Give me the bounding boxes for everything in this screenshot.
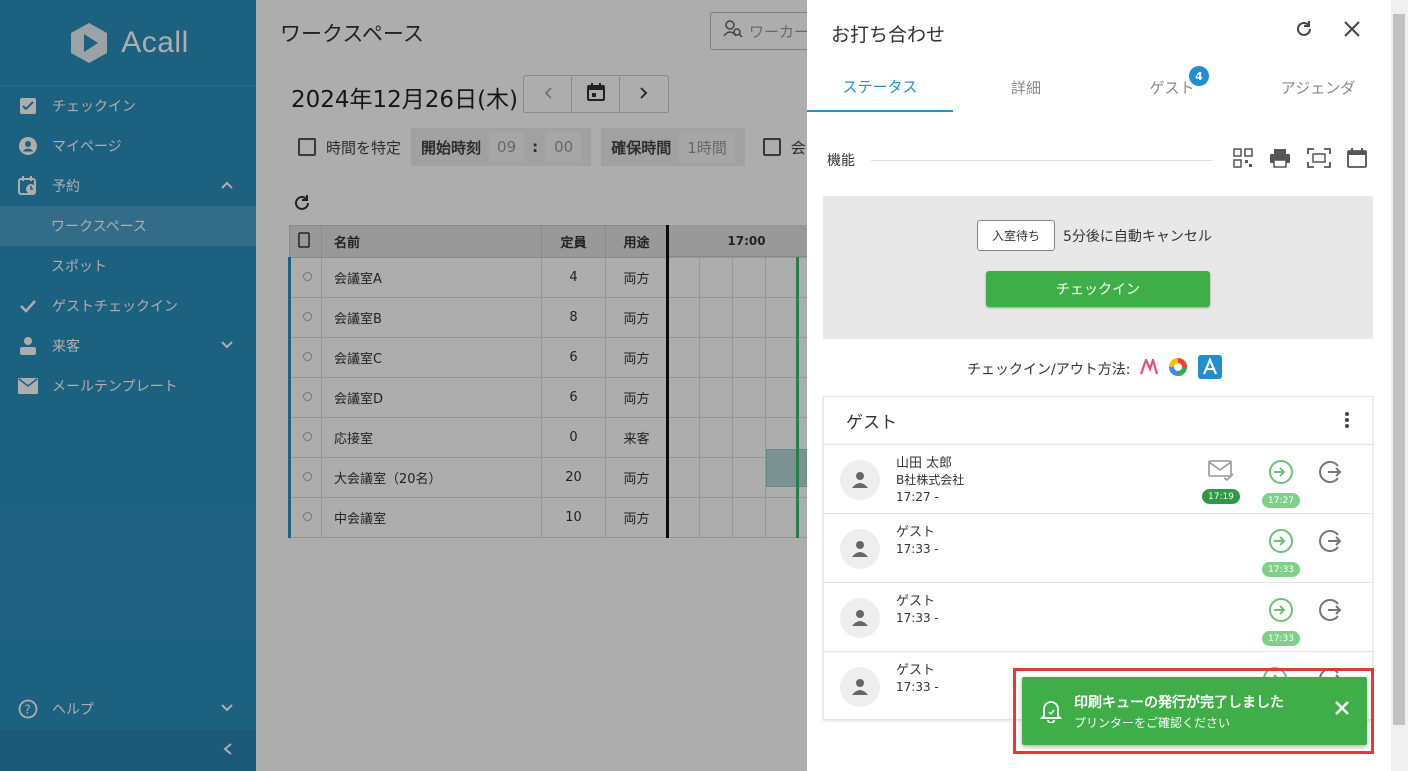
calendar-icon[interactable] [1347, 148, 1367, 172]
guest-time: 17:33 - [896, 542, 939, 556]
tab-agenda[interactable]: アジェンダ [1245, 62, 1391, 112]
guest-row[interactable]: ゲスト 17:33 - 17:33 [824, 583, 1372, 652]
features-row: 機能 [827, 148, 1367, 172]
more-vert-icon[interactable] [1344, 411, 1350, 434]
guest-count-badge: 4 [1189, 66, 1209, 86]
guest-checkout-action[interactable] [1318, 528, 1344, 558]
logout-icon [1318, 528, 1344, 558]
logout-icon [1318, 597, 1344, 627]
mail-check-icon [1208, 459, 1234, 485]
login-icon [1268, 459, 1294, 489]
guest-checkin-action[interactable]: 17:33 [1262, 528, 1300, 577]
method-google-icon [1168, 357, 1188, 381]
tab-guests[interactable]: ゲスト 4 [1099, 62, 1245, 112]
guest-name: 山田 太郎 [896, 456, 953, 471]
status-box: 入室待ち 5分後に自動キャンセル チェックイン [823, 196, 1373, 339]
scan-icon[interactable] [1307, 148, 1331, 172]
checkin-methods: チェックイン/アウト方法: [967, 355, 1223, 383]
mail-sent-action[interactable]: 17:19 [1202, 459, 1240, 504]
guest-checkin-action[interactable]: 17:33 [1262, 597, 1300, 646]
logout-icon [1318, 459, 1344, 489]
guest-time: 17:27 - [896, 490, 939, 504]
mail-sent-time: 17:19 [1202, 489, 1240, 504]
panel-title: お打ち合わせ [831, 24, 946, 46]
guest-name: ゲスト [896, 594, 936, 609]
status-tag: 入室待ち [977, 220, 1056, 251]
person-icon [840, 598, 880, 638]
features-label: 機能 [827, 153, 855, 169]
person-icon [840, 667, 880, 707]
checkin-time: 17:27 [1262, 493, 1300, 508]
guest-name: ゲスト [896, 663, 936, 678]
guest-row[interactable]: ゲスト 17:33 - 17:33 [824, 514, 1372, 583]
guest-time: 17:33 - [896, 680, 939, 694]
refresh-icon[interactable] [1293, 18, 1315, 44]
person-icon [840, 460, 880, 500]
scrollbar-thumb[interactable] [1393, 14, 1405, 725]
tab-status[interactable]: ステータス [807, 62, 953, 112]
modal-backdrop[interactable] [0, 0, 807, 771]
checkin-time: 17:33 [1262, 562, 1300, 577]
method-acall-icon [1198, 355, 1223, 383]
login-icon [1268, 528, 1294, 558]
qr-code-icon[interactable] [1233, 148, 1253, 172]
guest-list-title: ゲスト [846, 413, 897, 433]
checkin-time: 17:33 [1262, 631, 1300, 646]
guest-checkin-action[interactable]: 17:27 [1262, 459, 1300, 508]
checkin-methods-label: チェックイン/アウト方法: [967, 362, 1131, 378]
auto-cancel-text: 5分後に自動キャンセル [1063, 228, 1212, 245]
method-app-icon [1140, 356, 1159, 379]
tab-guests-label: ゲスト [1149, 78, 1195, 97]
highlight-box [1013, 668, 1374, 754]
guest-checkout-action[interactable] [1318, 597, 1344, 627]
guest-checkout-action[interactable] [1318, 459, 1344, 489]
panel-tabs: ステータス 詳細 ゲスト 4 アジェンダ [807, 62, 1391, 112]
checkin-button[interactable]: チェックイン [986, 271, 1210, 307]
guest-row[interactable]: 山田 太郎 B社株式会社 17:27 - 17:19 17:27 [824, 445, 1372, 514]
login-icon [1268, 597, 1294, 627]
person-icon [840, 529, 880, 569]
guest-name: ゲスト [896, 525, 936, 540]
print-icon[interactable] [1269, 148, 1291, 172]
guest-company: B社株式会社 [896, 473, 965, 487]
guest-time: 17:33 - [896, 611, 939, 625]
meeting-detail-panel: お打ち合わせ ステータス 詳細 ゲスト 4 アジェンダ 機能 入室待ち 5分後に… [807, 0, 1391, 771]
tab-details[interactable]: 詳細 [953, 62, 1099, 112]
close-icon[interactable] [1341, 18, 1363, 44]
